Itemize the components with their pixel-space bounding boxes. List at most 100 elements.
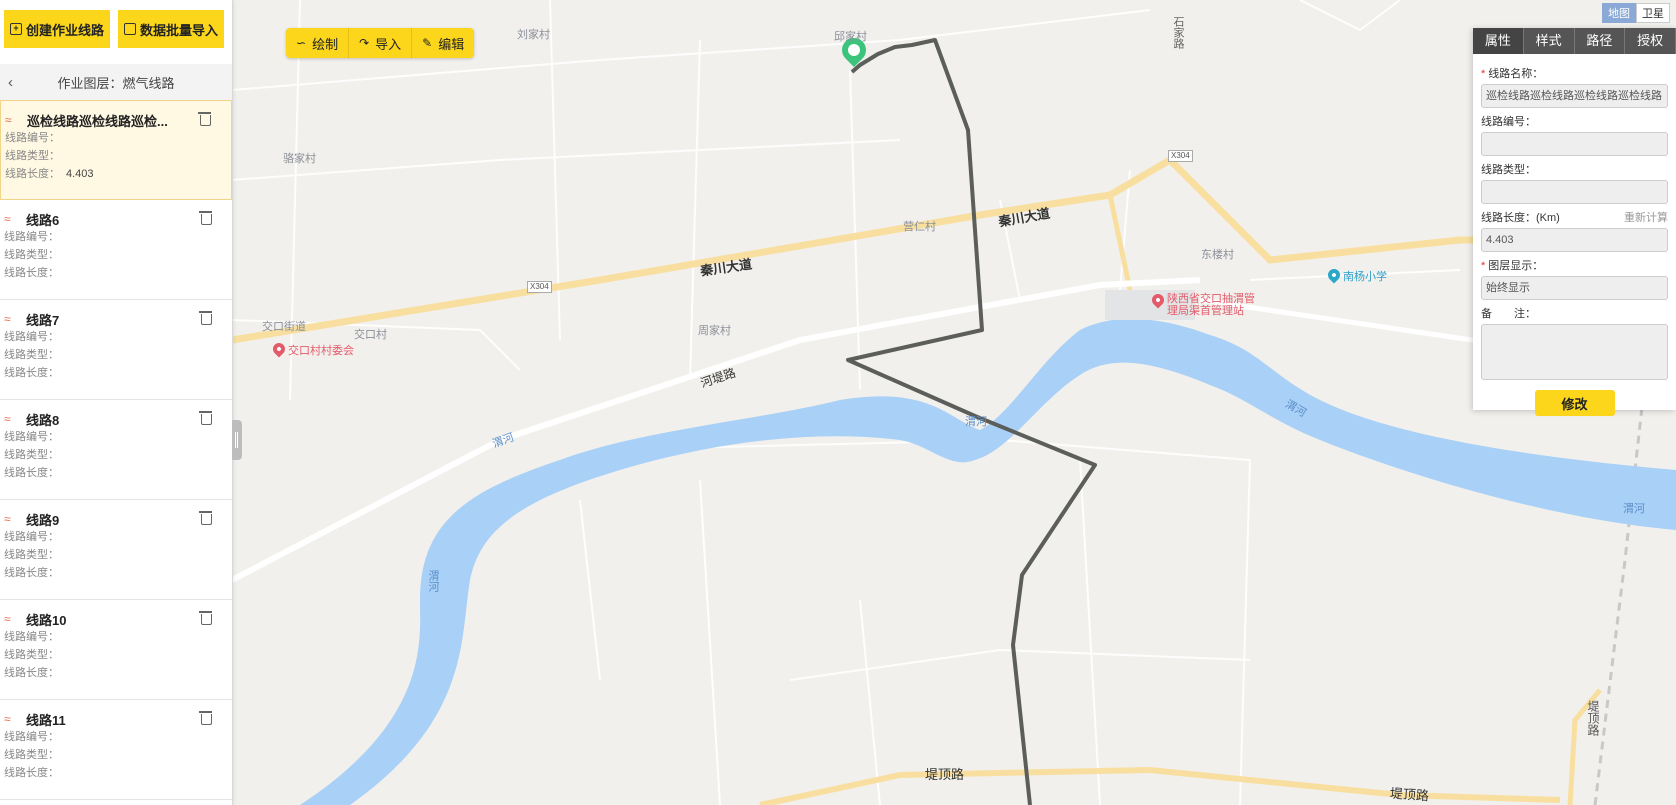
route-code-field: 线路编号： bbox=[4, 431, 59, 443]
route-properties-panel: 属性 样式 路径 授权 * 线路名称： 巡检线路巡检线路巡检线路巡检线路 线路编号… bbox=[1473, 28, 1676, 416]
route-list-item[interactable]: ≈ 线路8 线路编号： 线路类型： 线路长度： bbox=[0, 400, 232, 500]
panel-collapse-handle[interactable] bbox=[232, 420, 242, 460]
road-label-diding-3: 堤顶路 bbox=[1586, 700, 1600, 736]
village-label: 骆家村 bbox=[283, 153, 316, 165]
village-label: 邱家村 bbox=[834, 31, 867, 43]
back-chevron-icon[interactable]: ‹ bbox=[8, 74, 13, 91]
route-length-field: 线路长度： bbox=[4, 267, 59, 279]
trash-icon[interactable] bbox=[198, 112, 211, 126]
highway-shield: X304 bbox=[1168, 150, 1193, 162]
layer-display-label: * 图层显示： bbox=[1481, 260, 1544, 272]
route-code-input[interactable] bbox=[1481, 132, 1668, 156]
map-toolbar: ∽ 绘制 ↷ 导入 ✎ 编辑 bbox=[286, 28, 475, 58]
route-name: 巡检线路巡检线路巡检... bbox=[27, 113, 168, 129]
route-list-item[interactable]: ≈ 线路7 线路编号： 线路类型： 线路长度： bbox=[0, 300, 232, 400]
poi-pin-icon bbox=[270, 340, 288, 358]
route-length-field: 线路长度： bbox=[4, 567, 59, 579]
route-code-field: 线路编号： bbox=[4, 331, 59, 343]
map-type-satellite[interactable]: 卫星 bbox=[1636, 3, 1670, 23]
tab-authorization[interactable]: 授权 bbox=[1625, 28, 1676, 54]
polyline-icon: ≈ bbox=[4, 512, 11, 526]
layer-display-select[interactable]: 始终显示 bbox=[1481, 276, 1668, 300]
river-label: 渭河 bbox=[1623, 503, 1645, 515]
polyline-icon: ≈ bbox=[4, 312, 11, 326]
tab-style[interactable]: 样式 bbox=[1523, 28, 1575, 54]
map-canvas[interactable]: 秦川大道 秦川大道 河堤路 堤顶路 堤顶路 石家路 堤顶路 刘家村 邱家村 骆家… bbox=[0, 0, 1676, 805]
poi-pin-icon bbox=[1149, 291, 1167, 309]
route-type-label: 线路类型： bbox=[1481, 164, 1536, 176]
route-list-item[interactable]: ≈ 巡检线路巡检线路巡检... 线路编号： 线路类型： 线路长度： 4.403 bbox=[0, 100, 232, 200]
route-length-field: 线路长度： bbox=[4, 667, 59, 679]
trash-icon[interactable] bbox=[199, 511, 212, 525]
batch-import-button[interactable]: 数据批量导入 bbox=[118, 10, 225, 48]
import-icon: ↷ bbox=[359, 36, 370, 50]
trash-icon[interactable] bbox=[199, 611, 212, 625]
route-type-field: 线路类型： bbox=[4, 449, 59, 461]
route-code-field: 线路编号： bbox=[4, 631, 59, 643]
polyline-icon: ≈ bbox=[4, 412, 11, 426]
poi-school[interactable]: 南杨小学 bbox=[1325, 266, 1387, 284]
tab-attributes[interactable]: 属性 bbox=[1473, 28, 1524, 54]
river-label: 渭河 bbox=[965, 416, 987, 428]
route-name: 线路6 bbox=[26, 212, 60, 228]
tab-path[interactable]: 路径 bbox=[1574, 28, 1626, 54]
route-item-header: ≈ 线路7 bbox=[4, 310, 226, 328]
route-name: 线路10 bbox=[26, 612, 67, 628]
modify-button[interactable]: 修改 bbox=[1534, 390, 1615, 416]
road-label-shijia: 石家路 bbox=[1172, 16, 1184, 49]
note-label: 备 注： bbox=[1481, 308, 1536, 320]
top-action-buttons: + 创建作业线路 数据批量导入 bbox=[0, 0, 232, 64]
map-type-switch: 地图 卫星 bbox=[1602, 3, 1670, 23]
highway-shield: X304 bbox=[527, 281, 552, 293]
map-base bbox=[230, 0, 1676, 805]
trash-icon[interactable] bbox=[199, 311, 212, 325]
trash-icon[interactable] bbox=[199, 211, 212, 225]
route-type-field: 线路类型： bbox=[4, 549, 59, 561]
trash-icon[interactable] bbox=[199, 411, 212, 425]
import-tool-button[interactable]: ↷ 导入 bbox=[349, 28, 413, 58]
route-item-header: ≈ 线路6 bbox=[4, 210, 226, 228]
route-code-field: 线路编号： bbox=[4, 731, 59, 743]
poi-management-station[interactable]: 陕西省交口抽渭管理局渠首管理站 bbox=[1149, 291, 1257, 317]
map-type-standard[interactable]: 地图 bbox=[1602, 3, 1636, 23]
property-form: * 线路名称： 巡检线路巡检线路巡检线路巡检线路 线路编号： 线路类型： 线路长度… bbox=[1473, 54, 1676, 416]
route-code-field: 线路编号： bbox=[5, 132, 60, 144]
polyline-icon: ≈ bbox=[4, 712, 11, 726]
recalculate-link[interactable]: 重新计算 bbox=[1624, 210, 1668, 226]
route-list-item[interactable]: ≈ 线路6 线路编号： 线路类型： 线路长度： bbox=[0, 200, 232, 300]
route-length-field: 线路长度： bbox=[4, 367, 59, 379]
route-name: 线路7 bbox=[26, 312, 60, 328]
route-code-label: 线路编号： bbox=[1481, 116, 1536, 128]
note-textarea[interactable] bbox=[1481, 324, 1668, 380]
village-label: 东楼村 bbox=[1201, 249, 1234, 261]
route-code-field: 线路编号： bbox=[4, 231, 59, 243]
draw-tool-button[interactable]: ∽ 绘制 bbox=[286, 28, 350, 58]
trash-icon[interactable] bbox=[199, 711, 212, 725]
route-length-field: 线路长度： 4.403 bbox=[5, 168, 94, 180]
route-type-field: 线路类型： bbox=[5, 150, 60, 162]
route-name: 线路9 bbox=[26, 512, 60, 528]
route-list-item[interactable]: ≈ 线路10 线路编号： 线路类型： 线路长度： bbox=[0, 600, 232, 700]
route-length-label: 线路长度：(Km) 重新计算 bbox=[1481, 210, 1668, 226]
poi-village-committee[interactable]: 交口村村委会 bbox=[270, 340, 354, 358]
route-list-item[interactable]: ≈ 线路9 线路编号： 线路类型： 线路长度： bbox=[0, 500, 232, 600]
property-tabs: 属性 样式 路径 授权 bbox=[1473, 28, 1676, 54]
village-label: 周家村 bbox=[698, 325, 731, 337]
route-name-input[interactable]: 巡检线路巡检线路巡检线路巡检线路 bbox=[1481, 84, 1668, 108]
edit-tool-button[interactable]: ✎ 编辑 bbox=[412, 28, 474, 58]
plus-icon: + bbox=[10, 23, 22, 35]
route-item-header: ≈ 线路9 bbox=[4, 510, 226, 528]
village-label: 营仁村 bbox=[903, 221, 936, 233]
route-code-field: 线路编号： bbox=[4, 531, 59, 543]
route-type-input[interactable] bbox=[1481, 180, 1668, 204]
route-list-item[interactable]: ≈ 线路11 线路编号： 线路类型： 线路长度： bbox=[0, 700, 232, 800]
route-item-header: ≈ 巡检线路巡检线路巡检... bbox=[5, 111, 225, 129]
road-label-diding-2: 堤顶路 bbox=[1389, 785, 1430, 804]
route-list: ≈ 巡检线路巡检线路巡检... 线路编号： 线路类型： 线路长度： 4.403 ≈ 线路6 线路… bbox=[0, 100, 232, 805]
copy-icon bbox=[124, 23, 137, 35]
create-route-button[interactable]: + 创建作业线路 bbox=[4, 10, 111, 48]
polyline-icon: ≈ bbox=[4, 612, 11, 626]
route-length-input[interactable]: 4.403 bbox=[1481, 228, 1668, 252]
road-label-diding-1: 堤顶路 bbox=[925, 767, 965, 782]
route-length-field: 线路长度： bbox=[4, 767, 59, 779]
